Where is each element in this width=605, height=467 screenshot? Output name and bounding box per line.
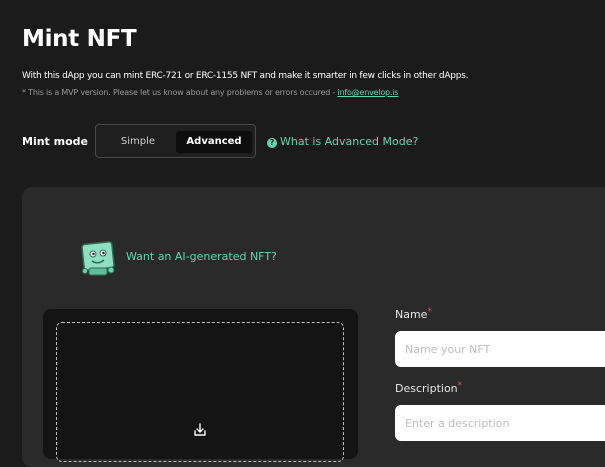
name-label: Name* xyxy=(395,307,432,321)
required-marker: * xyxy=(457,381,463,391)
required-marker: * xyxy=(427,307,432,317)
advanced-mode-help-link[interactable]: ? What is Advanced Mode? xyxy=(267,135,418,148)
nft-name-input[interactable] xyxy=(395,331,605,367)
mode-advanced-button[interactable]: Advanced xyxy=(176,131,252,153)
description-label-text: Description xyxy=(395,382,458,395)
ai-nft-promo-text: Want an AI-generated NFT? xyxy=(126,250,277,263)
download-tray-icon xyxy=(194,423,206,436)
robot-mascot-icon xyxy=(81,241,115,276)
intro-text: With this dApp you can mint ERC-721 or E… xyxy=(22,71,469,81)
name-label-text: Name xyxy=(395,308,428,321)
description-label: Description* xyxy=(395,381,462,395)
mode-simple-button[interactable]: Simple xyxy=(100,131,176,153)
question-circle-icon: ? xyxy=(267,138,277,148)
mvp-note-text: * This is a MVP version. Please let us k… xyxy=(22,88,338,97)
page-title: Mint NFT xyxy=(22,26,137,52)
file-dropzone[interactable] xyxy=(56,322,344,462)
support-email-link[interactable]: info@envelop.is xyxy=(337,88,398,97)
advanced-mode-help-text: What is Advanced Mode? xyxy=(280,135,419,148)
nft-description-input[interactable] xyxy=(395,405,605,441)
mint-mode-label: Mint mode xyxy=(22,135,88,148)
mvp-note: * This is a MVP version. Please let us k… xyxy=(22,88,398,97)
mint-mode-toggle: Simple Advanced xyxy=(95,124,256,158)
